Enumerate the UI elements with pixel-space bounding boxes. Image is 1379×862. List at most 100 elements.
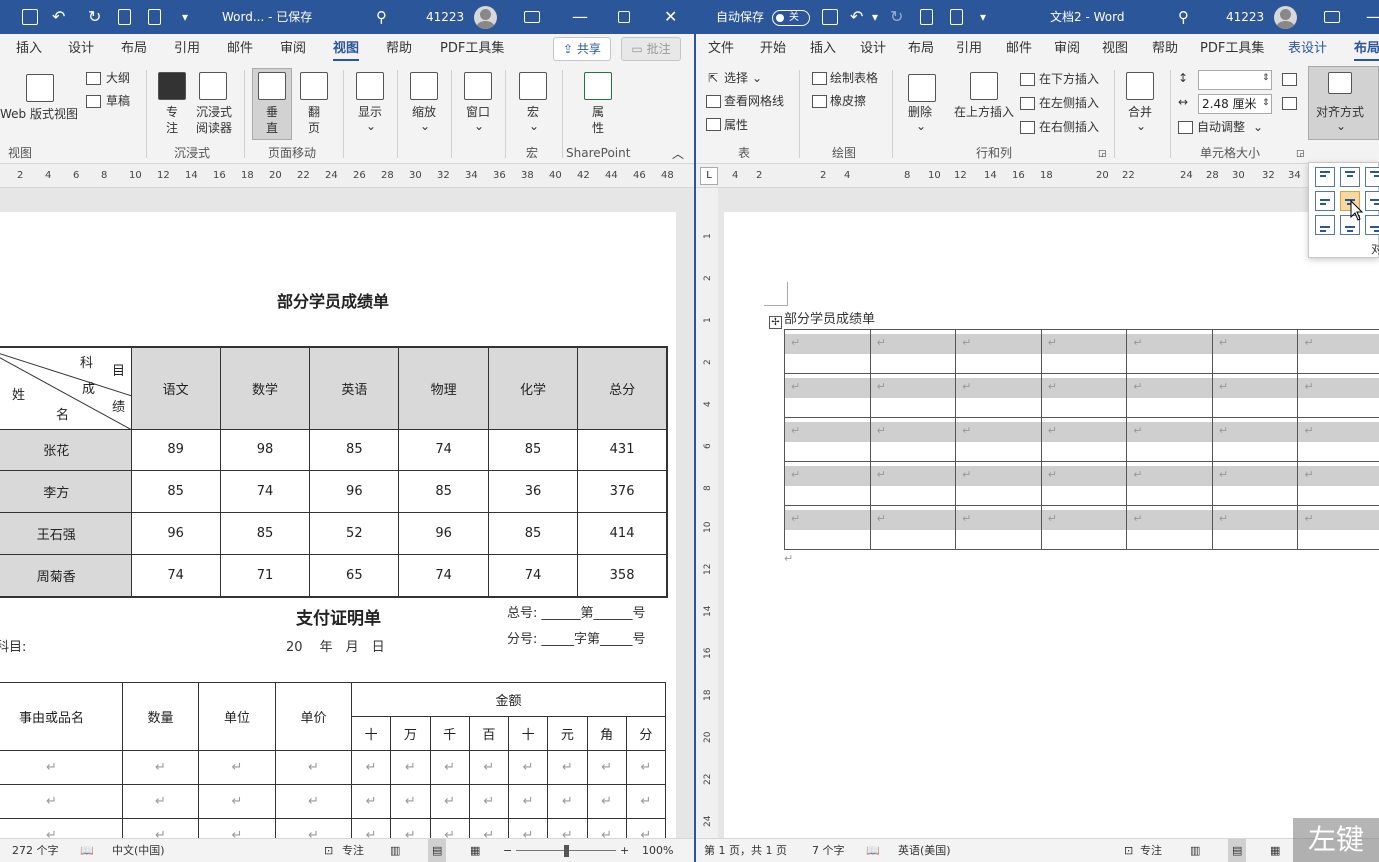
tab-review[interactable]: 审阅 [1054,34,1080,64]
empty-cell[interactable]: ↵ [586,784,627,819]
insert-above-button[interactable]: 在上方插入 [954,104,1014,120]
table-cell[interactable]: ↵ [955,461,1042,506]
digit-cell[interactable]: 万 [390,716,431,751]
zoom-dropdown-icon[interactable]: ⌄ [420,118,430,134]
autofit-dropdown-icon[interactable]: ⌄ [1253,119,1263,135]
search-icon[interactable]: ⚲ [376,0,387,34]
focus-mode-icon[interactable]: ⊡ [1124,839,1133,862]
align-top-center-icon[interactable] [1340,167,1360,187]
empty-cell[interactable]: ↵ [429,750,470,785]
table-cell[interactable]: ↵ [869,461,957,506]
print-layout-icon[interactable]: ▤ [428,839,447,862]
insert-left-icon[interactable] [1020,97,1035,110]
customize-qat-icon[interactable]: ▾ [980,0,986,34]
table-cell[interactable]: ↵ [1040,417,1128,462]
zoom-icon[interactable] [410,72,438,100]
tab-view[interactable]: 视图 [1102,34,1128,64]
empty-cell[interactable]: ↵ [122,784,199,819]
ribbon-display-icon[interactable] [1324,11,1340,23]
comment-button[interactable]: ▭ 批注 [621,37,681,61]
tab-mailings[interactable]: 邮件 [227,34,253,64]
table-cell[interactable]: ↵ [1126,329,1213,374]
page-count[interactable]: 第 1 页，共 1 页 [704,839,787,862]
outline-label[interactable]: 大纲 [106,70,130,86]
text-direction-label[interactable]: 对 [1371,241,1379,257]
score-cell[interactable]: 85 [487,511,579,555]
digit-cell[interactable]: 元 [547,716,588,751]
header-cell[interactable]: 数量 [122,682,199,751]
word-count[interactable]: 272 个字 [12,839,59,862]
properties-label[interactable]: 属性 [588,104,608,136]
insert-right-button[interactable]: 在右侧插入 [1039,119,1099,135]
draw-table-button[interactable]: 绘制表格 [830,70,878,86]
table-cell[interactable]: ↵ [784,417,871,462]
draw-table-icon[interactable] [812,72,827,85]
score-cell[interactable]: 85 [130,470,221,513]
save-icon[interactable] [22,9,38,25]
table-cell[interactable]: ↵ [1211,505,1299,550]
avatar[interactable] [1274,6,1297,29]
empty-cell[interactable]: ↵ [0,818,123,838]
tab-design[interactable]: 设计 [68,34,94,64]
undo-dropdown-icon[interactable]: ▾ [872,0,878,34]
digit-cell[interactable]: 十 [507,716,549,751]
table-cell[interactable]: ↵ [1297,417,1379,462]
show-dropdown-icon[interactable]: ⌄ [366,118,376,134]
table-cell[interactable]: ↵ [1126,417,1213,462]
proofing-icon[interactable]: 📖 [866,839,880,862]
dialog-launcher-icon[interactable]: ◲ [1296,146,1305,162]
close-button[interactable]: ✕ [664,0,677,34]
new-doc-icon[interactable] [920,9,933,25]
tab-table-design[interactable]: 表设计 [1288,34,1327,64]
table-cell[interactable]: ↵ [1211,373,1299,418]
tab-review[interactable]: 审阅 [280,34,306,64]
align-bottom-right-icon[interactable] [1365,215,1379,235]
table-cell[interactable]: ↵ [955,329,1042,374]
tab-insert[interactable]: 插入 [16,34,42,64]
row-height-input[interactable] [1198,70,1272,90]
empty-cell[interactable]: ↵ [507,750,549,785]
table-cell[interactable]: ↵ [869,329,957,374]
score-cell[interactable]: 431 [577,428,668,472]
empty-cell[interactable]: ↵ [468,784,510,819]
zoom-slider-thumb[interactable] [564,845,569,857]
collapse-ribbon-icon[interactable]: ︿ [672,146,684,162]
empty-cell[interactable]: ↵ [350,750,392,785]
score-cell[interactable]: 96 [309,470,400,513]
score-cell[interactable]: 74 [130,553,221,598]
side-to-side-icon[interactable] [300,72,328,100]
tab-layout[interactable]: 布局 [908,34,934,64]
table-cell[interactable]: ↵ [1126,505,1213,550]
score-cell[interactable]: 74 [219,470,311,513]
share-button[interactable]: ⇪ 共享 [553,37,611,61]
insert-below-icon[interactable] [1020,73,1035,86]
row-height-spinner[interactable]: ⇕ [1262,70,1270,86]
empty-cell[interactable]: ↵ [547,750,588,785]
score-cell[interactable]: 85 [398,470,489,513]
tab-mailings[interactable]: 邮件 [1006,34,1032,64]
insert-right-icon[interactable] [1020,121,1035,134]
empty-cell[interactable]: ↵ [507,818,549,838]
macro-dropdown-icon[interactable]: ⌄ [529,118,539,134]
empty-cell[interactable]: ↵ [586,750,627,785]
empty-cell[interactable]: ↵ [198,818,276,838]
student-name-cell[interactable]: 周菊香 [0,553,132,598]
header-cell[interactable]: 事由或品名 [0,682,123,751]
empty-cell[interactable]: ↵ [0,784,123,819]
student-name-cell[interactable]: 李方 [0,470,132,513]
distribute-cols-icon[interactable] [1282,97,1297,110]
tab-help[interactable]: 帮助 [386,34,412,64]
undo-icon[interactable]: ↶ [850,0,863,34]
tab-view[interactable]: 视图 [333,34,360,64]
score-cell[interactable]: 89 [130,428,221,472]
table-cell[interactable]: ↵ [1297,373,1379,418]
zoom-out-button[interactable]: − [503,839,512,862]
empty-cell[interactable]: ↵ [275,818,352,838]
eraser-button[interactable]: 橡皮擦 [830,93,866,109]
tab-pdf[interactable]: PDF工具集 [1200,34,1264,64]
table-cell[interactable]: ↵ [784,505,871,550]
empty-cell[interactable]: ↵ [122,750,199,785]
search-icon[interactable]: ⚲ [1178,0,1189,34]
score-cell[interactable]: 98 [219,428,311,472]
table-cell[interactable]: ↵ [869,505,957,550]
